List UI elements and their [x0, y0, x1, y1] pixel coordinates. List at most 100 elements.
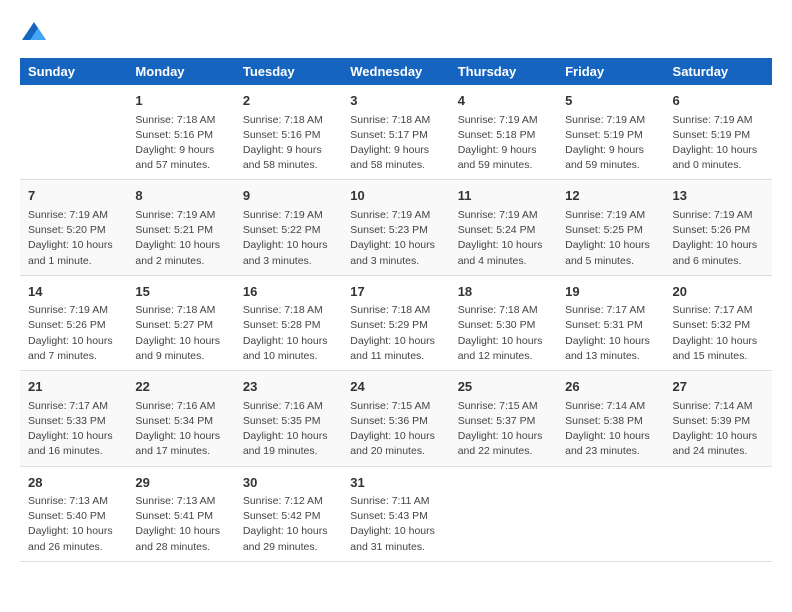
weekday-header-monday: Monday [127, 58, 234, 85]
day-info: Sunrise: 7:19 AM Sunset: 5:21 PM Dayligh… [135, 208, 226, 269]
day-number: 8 [135, 186, 226, 206]
day-info: Sunrise: 7:14 AM Sunset: 5:38 PM Dayligh… [565, 399, 656, 460]
calendar-cell: 11Sunrise: 7:19 AM Sunset: 5:24 PM Dayli… [450, 180, 557, 275]
day-number: 31 [350, 473, 441, 493]
calendar-cell: 12Sunrise: 7:19 AM Sunset: 5:25 PM Dayli… [557, 180, 664, 275]
calendar-cell: 24Sunrise: 7:15 AM Sunset: 5:36 PM Dayli… [342, 371, 449, 466]
day-number: 7 [28, 186, 119, 206]
day-number: 3 [350, 91, 441, 111]
day-info: Sunrise: 7:15 AM Sunset: 5:37 PM Dayligh… [458, 399, 549, 460]
day-info: Sunrise: 7:18 AM Sunset: 5:29 PM Dayligh… [350, 303, 441, 364]
day-info: Sunrise: 7:17 AM Sunset: 5:32 PM Dayligh… [673, 303, 764, 364]
calendar-week-row: 14Sunrise: 7:19 AM Sunset: 5:26 PM Dayli… [20, 275, 772, 370]
day-info: Sunrise: 7:18 AM Sunset: 5:17 PM Dayligh… [350, 113, 441, 174]
day-number: 15 [135, 282, 226, 302]
day-number: 21 [28, 377, 119, 397]
calendar-cell: 14Sunrise: 7:19 AM Sunset: 5:26 PM Dayli… [20, 275, 127, 370]
calendar-table: SundayMondayTuesdayWednesdayThursdayFrid… [20, 58, 772, 562]
calendar-cell [665, 466, 772, 561]
day-number: 16 [243, 282, 334, 302]
day-info: Sunrise: 7:19 AM Sunset: 5:24 PM Dayligh… [458, 208, 549, 269]
day-info: Sunrise: 7:19 AM Sunset: 5:26 PM Dayligh… [28, 303, 119, 364]
day-info: Sunrise: 7:19 AM Sunset: 5:23 PM Dayligh… [350, 208, 441, 269]
day-info: Sunrise: 7:19 AM Sunset: 5:26 PM Dayligh… [673, 208, 764, 269]
day-number: 5 [565, 91, 656, 111]
day-info: Sunrise: 7:17 AM Sunset: 5:33 PM Dayligh… [28, 399, 119, 460]
logo-icon [20, 20, 48, 48]
day-number: 23 [243, 377, 334, 397]
calendar-week-row: 28Sunrise: 7:13 AM Sunset: 5:40 PM Dayli… [20, 466, 772, 561]
day-info: Sunrise: 7:13 AM Sunset: 5:41 PM Dayligh… [135, 494, 226, 555]
calendar-cell: 29Sunrise: 7:13 AM Sunset: 5:41 PM Dayli… [127, 466, 234, 561]
calendar-cell: 15Sunrise: 7:18 AM Sunset: 5:27 PM Dayli… [127, 275, 234, 370]
day-info: Sunrise: 7:18 AM Sunset: 5:30 PM Dayligh… [458, 303, 549, 364]
logo [20, 20, 52, 48]
calendar-cell: 6Sunrise: 7:19 AM Sunset: 5:19 PM Daylig… [665, 85, 772, 180]
calendar-cell: 20Sunrise: 7:17 AM Sunset: 5:32 PM Dayli… [665, 275, 772, 370]
day-number: 6 [673, 91, 764, 111]
day-number: 1 [135, 91, 226, 111]
day-number: 12 [565, 186, 656, 206]
calendar-cell: 10Sunrise: 7:19 AM Sunset: 5:23 PM Dayli… [342, 180, 449, 275]
day-info: Sunrise: 7:18 AM Sunset: 5:16 PM Dayligh… [243, 113, 334, 174]
calendar-cell: 5Sunrise: 7:19 AM Sunset: 5:19 PM Daylig… [557, 85, 664, 180]
day-number: 20 [673, 282, 764, 302]
day-info: Sunrise: 7:14 AM Sunset: 5:39 PM Dayligh… [673, 399, 764, 460]
day-number: 19 [565, 282, 656, 302]
calendar-cell: 18Sunrise: 7:18 AM Sunset: 5:30 PM Dayli… [450, 275, 557, 370]
calendar-cell: 26Sunrise: 7:14 AM Sunset: 5:38 PM Dayli… [557, 371, 664, 466]
day-number: 22 [135, 377, 226, 397]
day-number: 29 [135, 473, 226, 493]
day-number: 30 [243, 473, 334, 493]
calendar-cell: 17Sunrise: 7:18 AM Sunset: 5:29 PM Dayli… [342, 275, 449, 370]
day-number: 14 [28, 282, 119, 302]
calendar-cell: 28Sunrise: 7:13 AM Sunset: 5:40 PM Dayli… [20, 466, 127, 561]
weekday-header-saturday: Saturday [665, 58, 772, 85]
day-info: Sunrise: 7:19 AM Sunset: 5:25 PM Dayligh… [565, 208, 656, 269]
day-number: 13 [673, 186, 764, 206]
weekday-header-thursday: Thursday [450, 58, 557, 85]
day-number: 11 [458, 186, 549, 206]
calendar-cell: 23Sunrise: 7:16 AM Sunset: 5:35 PM Dayli… [235, 371, 342, 466]
day-number: 24 [350, 377, 441, 397]
weekday-header-sunday: Sunday [20, 58, 127, 85]
calendar-cell: 22Sunrise: 7:16 AM Sunset: 5:34 PM Dayli… [127, 371, 234, 466]
day-number: 25 [458, 377, 549, 397]
calendar-cell: 7Sunrise: 7:19 AM Sunset: 5:20 PM Daylig… [20, 180, 127, 275]
calendar-week-row: 1 Sunrise: 7:18 AM Sunset: 5:16 PM Daylig… [20, 85, 772, 180]
weekday-header-wednesday: Wednesday [342, 58, 449, 85]
calendar-cell: 25Sunrise: 7:15 AM Sunset: 5:37 PM Dayli… [450, 371, 557, 466]
calendar-cell [20, 85, 127, 180]
day-number: 4 [458, 91, 549, 111]
day-info: Sunrise: 7:11 AM Sunset: 5:43 PM Dayligh… [350, 494, 441, 555]
calendar-cell: 9Sunrise: 7:19 AM Sunset: 5:22 PM Daylig… [235, 180, 342, 275]
day-info: Sunrise: 7:18 AM Sunset: 5:28 PM Dayligh… [243, 303, 334, 364]
calendar-cell: 1Sunrise: 7:18 AM Sunset: 5:16 PM Daylig… [127, 85, 234, 180]
calendar-cell: 2Sunrise: 7:18 AM Sunset: 5:16 PM Daylig… [235, 85, 342, 180]
day-info: Sunrise: 7:13 AM Sunset: 5:40 PM Dayligh… [28, 494, 119, 555]
calendar-cell: 21Sunrise: 7:17 AM Sunset: 5:33 PM Dayli… [20, 371, 127, 466]
calendar-week-row: 21Sunrise: 7:17 AM Sunset: 5:33 PM Dayli… [20, 371, 772, 466]
day-number: 18 [458, 282, 549, 302]
calendar-cell: 13Sunrise: 7:19 AM Sunset: 5:26 PM Dayli… [665, 180, 772, 275]
calendar-cell [557, 466, 664, 561]
day-info: Sunrise: 7:12 AM Sunset: 5:42 PM Dayligh… [243, 494, 334, 555]
weekday-header-friday: Friday [557, 58, 664, 85]
calendar-cell: 16Sunrise: 7:18 AM Sunset: 5:28 PM Dayli… [235, 275, 342, 370]
day-info: Sunrise: 7:18 AM Sunset: 5:27 PM Dayligh… [135, 303, 226, 364]
day-info: Sunrise: 7:19 AM Sunset: 5:19 PM Dayligh… [565, 113, 656, 174]
day-info: Sunrise: 7:16 AM Sunset: 5:35 PM Dayligh… [243, 399, 334, 460]
day-info: Sunrise: 7:16 AM Sunset: 5:34 PM Dayligh… [135, 399, 226, 460]
day-number: 10 [350, 186, 441, 206]
day-info: Sunrise: 7:19 AM Sunset: 5:20 PM Dayligh… [28, 208, 119, 269]
day-info: Sunrise: 7:19 AM Sunset: 5:22 PM Dayligh… [243, 208, 334, 269]
weekday-header-tuesday: Tuesday [235, 58, 342, 85]
day-number: 28 [28, 473, 119, 493]
calendar-cell: 31Sunrise: 7:11 AM Sunset: 5:43 PM Dayli… [342, 466, 449, 561]
calendar-cell [450, 466, 557, 561]
day-number: 26 [565, 377, 656, 397]
day-info: Sunrise: 7:15 AM Sunset: 5:36 PM Dayligh… [350, 399, 441, 460]
weekday-header-row: SundayMondayTuesdayWednesdayThursdayFrid… [20, 58, 772, 85]
page-header [20, 20, 772, 48]
calendar-week-row: 7Sunrise: 7:19 AM Sunset: 5:20 PM Daylig… [20, 180, 772, 275]
